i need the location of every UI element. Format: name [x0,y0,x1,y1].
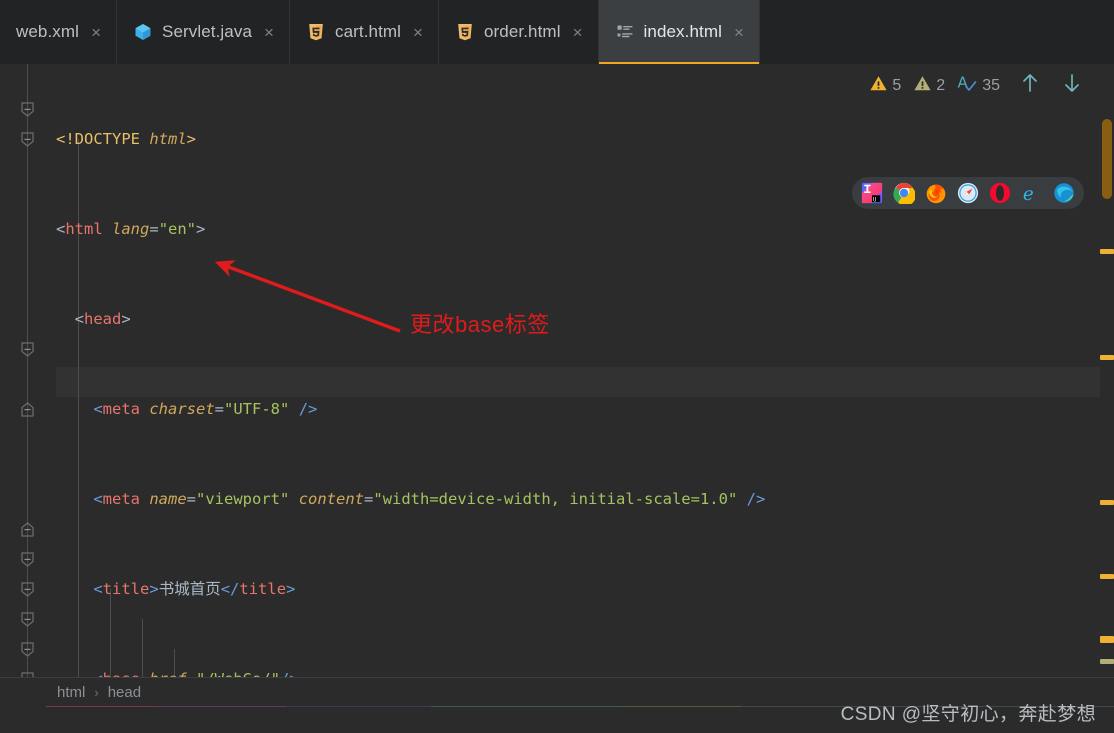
java-class-icon [133,22,153,42]
fold-marker-html[interactable] [20,102,35,117]
fold-marker-div-app[interactable] [20,582,35,597]
firefox-icon[interactable] [925,182,947,204]
editor-tab-bar: web.xml × Servlet.java × cart.html × ord… [0,0,1114,64]
typo-count: 35 [982,76,1000,94]
warning-count: 5 [892,76,902,94]
code-line: <meta charset="UTF-8" /> [93,400,318,418]
close-icon[interactable]: × [413,24,423,41]
tab-label: cart.html [334,22,402,41]
scrollbar-marker[interactable] [1100,574,1114,579]
tab-servlet-java[interactable]: Servlet.java × [117,0,290,64]
scrollbar-marker[interactable] [1100,659,1114,664]
code-editor[interactable]: <!DOCTYPE html> <html lang="en"> <head> … [0,64,1114,677]
code-line: <!DOCTYPE html> [56,130,196,148]
tab-index-html[interactable]: index.html × [598,0,760,64]
warning-triangle-icon [869,74,888,98]
scrollbar-marker[interactable] [1100,639,1114,643]
fold-marker-comment-start[interactable] [20,342,35,357]
code-line: <head> [74,310,131,328]
open-in-browser-popup[interactable]: IJ e [852,177,1084,209]
svg-text:A: A [958,74,969,92]
close-icon[interactable]: × [734,24,744,41]
weak-warning-indicator[interactable]: 2 [913,74,945,98]
html-file-icon [615,22,635,42]
annotation-label: 更改base标签 [410,312,550,337]
svg-text:e: e [1023,184,1034,204]
close-icon[interactable]: × [91,24,101,41]
tab-label: Servlet.java [162,22,253,41]
code-line: <html lang="en"> [56,220,206,238]
previous-problem-button[interactable] [1014,72,1046,99]
scrollbar-marker[interactable] [1100,500,1114,505]
fold-marker-head-end[interactable] [20,522,35,537]
next-problem-button[interactable] [1056,72,1088,99]
edge-icon[interactable] [1053,182,1075,204]
html5-file-icon [306,22,326,42]
editor-scrollbar[interactable] [1100,64,1114,677]
breadcrumb-item-html[interactable]: html [57,684,85,701]
tab-label: index.html [643,22,722,41]
scrollbar-marker[interactable] [1100,355,1114,360]
tab-order-html[interactable]: order.html × [438,0,599,64]
internet-explorer-icon[interactable]: e [1021,182,1043,204]
close-icon[interactable]: × [264,24,274,41]
code-content[interactable]: <!DOCTYPE html> <html lang="en"> <head> … [56,64,1114,677]
code-line: <base href="/WebGo/"/> [56,664,1114,677]
tab-label: web.xml [16,22,80,41]
ide-window: web.xml × Servlet.java × cart.html × ord… [0,0,1114,733]
weak-warning-triangle-icon [913,74,932,98]
code-line: <meta name="viewport" content="width=dev… [93,490,766,508]
tab-label: order.html [483,22,561,41]
breadcrumb-item-head[interactable]: head [108,684,141,701]
opera-icon[interactable] [989,182,1011,204]
fold-marker-div-topbar[interactable] [20,612,35,627]
tab-web-xml[interactable]: web.xml × [0,0,117,64]
svg-text:IJ: IJ [873,197,877,203]
tab-cart-html[interactable]: cart.html × [289,0,439,64]
fold-marker-comment-end[interactable] [20,402,35,417]
inspection-widget[interactable]: 5 2 A 35 [869,72,1088,99]
intellij-idea-icon[interactable]: IJ [861,182,883,204]
editor-gutter[interactable] [0,64,56,677]
fold-marker-div-w[interactable] [20,642,35,657]
close-icon[interactable]: × [573,24,583,41]
warning-indicator[interactable]: 5 [869,74,901,98]
fold-marker-body[interactable] [20,552,35,567]
csdn-watermark: CSDN @坚守初心，奔赴梦想 [840,704,1096,725]
typo-indicator[interactable]: A 35 [957,73,1000,98]
html5-file-icon [455,22,475,42]
breadcrumb-separator: › [94,685,99,700]
scrollbar-thumb[interactable] [1102,119,1112,199]
weak-warning-count: 2 [936,76,946,94]
code-line: <title>书城首页</title> [93,580,296,598]
fold-marker-head[interactable] [20,132,35,147]
chrome-icon[interactable] [893,182,915,204]
safari-icon[interactable] [957,182,979,204]
scrollbar-marker[interactable] [1100,249,1114,254]
spellcheck-icon: A [957,73,978,98]
